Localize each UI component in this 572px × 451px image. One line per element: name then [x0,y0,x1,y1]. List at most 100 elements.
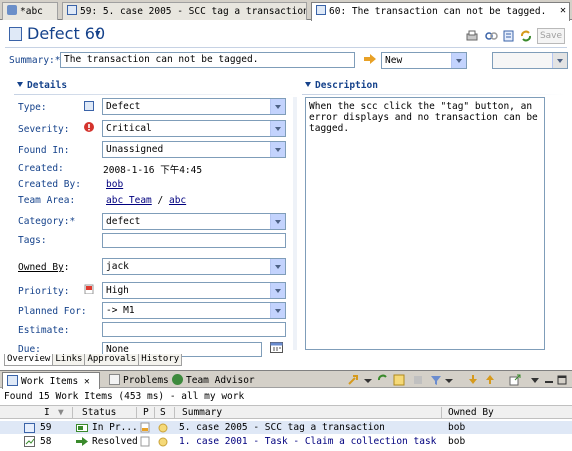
severity-select[interactable]: Critical [102,120,286,137]
editor-tab-label: *abc [20,6,43,17]
column-header-status[interactable]: Status [82,407,116,418]
team-advisor-icon [172,374,183,385]
severity-value: Critical [106,123,152,134]
description-section-header[interactable]: Description [305,80,378,94]
priority-label: Priority: [18,286,70,297]
tags-label: Tags: [18,235,47,246]
header-divider [5,47,567,48]
column-header-priority[interactable]: P [143,407,149,418]
dropdown-icon[interactable] [444,374,454,386]
in-progress-icon [76,424,88,432]
chevron-down-icon[interactable] [451,53,466,68]
problems-icon [109,374,120,385]
owned-by-label-text: Owned By [18,262,64,273]
row-summary[interactable]: 1. case 2001 - Task - Claim a collection… [179,436,439,447]
chevron-down-icon[interactable] [270,214,285,229]
column-header-severity[interactable]: S [160,407,166,418]
tab-links[interactable]: Links [52,354,86,366]
arrow-up-icon[interactable] [484,374,496,386]
team-area-link[interactable]: abc Team [106,195,152,206]
type-label: Type: [18,102,47,113]
column-divider [174,407,175,418]
found-in-value: Unassigned [106,144,164,155]
minimize-icon[interactable] [544,375,554,385]
type-value: Defect [106,101,141,112]
details-heading: Details [27,80,68,91]
state-select[interactable]: New [381,52,467,69]
priority-select[interactable]: High [102,282,286,299]
chevron-down-icon[interactable] [552,53,567,68]
found-in-select[interactable]: Unassigned [102,141,286,158]
subscribe-icon[interactable] [502,29,516,43]
created-value: 2008-1-16 下午4:45 [103,165,203,176]
summary-label: Summary:* [9,55,61,66]
task-icon [24,423,35,433]
close-icon[interactable]: ✕ [84,376,90,387]
column-header-owned-by[interactable]: Owned By [448,407,494,418]
team-area-icon [7,5,17,15]
owned-by-select[interactable]: jack [102,258,286,275]
calendar-icon[interactable] [270,342,283,353]
category-value: defect [106,216,141,227]
table-row[interactable]: 58 Resolved 1. case 2001 - Task - Claim … [0,435,572,448]
category-select[interactable]: defect [102,213,286,230]
tab-history[interactable]: History [138,354,183,366]
chevron-down-icon[interactable] [270,142,285,157]
sync-icon[interactable] [393,374,405,386]
refresh-icon[interactable] [519,29,533,43]
estimate-field[interactable] [102,322,286,337]
table-row[interactable]: 59 In Pr... 5. case 2005 - SCC tag a tra… [0,421,572,434]
action-select[interactable] [492,52,568,69]
chevron-down-icon[interactable]: ▼ [95,29,100,39]
row-summary[interactable]: 5. case 2005 - SCC tag a transaction [179,422,439,433]
priority-icon [140,422,150,433]
column-header-summary[interactable]: Summary [182,407,222,418]
priority-value: High [106,285,129,296]
stop-icon[interactable] [412,374,424,386]
expand-icon [17,82,23,87]
editor-tab-abc[interactable]: *abc [2,2,58,20]
tab-team-advisor[interactable]: Team Advisor [168,372,255,388]
type-select[interactable]: Defect [102,98,286,115]
summary-field[interactable]: The transaction can not be tagged. [60,52,355,68]
maximize-icon[interactable] [557,375,567,385]
resolved-icon [76,437,88,446]
chevron-down-icon[interactable] [270,283,285,298]
refresh-icon[interactable] [377,374,389,386]
link-icon[interactable] [484,29,498,43]
dropdown-icon[interactable] [362,374,374,386]
owned-by-label[interactable]: Owned By: [18,262,70,273]
chevron-down-icon[interactable] [270,99,285,114]
filter-icon[interactable] [430,374,442,386]
row-owner: bob [448,436,466,447]
project-area-link[interactable]: abc [169,195,186,206]
chevron-down-icon[interactable] [270,121,285,136]
team-area-separator: / [157,195,164,206]
column-header-id[interactable]: I [44,407,50,418]
arrow-down-icon[interactable] [467,374,479,386]
work-items-view-bar: Work Items ✕ Problems Team Advisor [0,370,572,389]
found-in-label: Found In: [18,145,70,156]
run-query-icon[interactable] [347,374,359,386]
print-icon[interactable] [465,29,479,43]
export-icon[interactable] [509,374,521,386]
work-items-table-header: I ▼ Status P S Summary Owned By [0,405,572,419]
planned-for-select[interactable]: -> M1 [102,302,286,319]
tab-work-items[interactable]: Work Items ✕ [2,372,100,389]
created-by-link[interactable]: bob [106,179,123,190]
details-scrollbar[interactable] [293,97,297,350]
close-icon[interactable]: ✕ [560,5,566,16]
details-section-header[interactable]: Details [17,80,67,94]
row-status: Resolved [92,436,138,447]
save-button[interactable]: Save [537,28,565,44]
editor-tab-59[interactable]: 59: 5. case 2005 - SCC tag a transaction [62,2,307,20]
chevron-down-icon[interactable] [270,259,285,274]
view-menu-icon[interactable] [530,375,540,385]
tab-overview[interactable]: Overview [4,354,54,366]
editor-tab-60[interactable]: 60: The transaction can not be tagged. ✕ [311,2,570,21]
tags-field[interactable] [102,233,286,248]
tab-approvals[interactable]: Approvals [84,354,140,366]
chevron-down-icon[interactable] [270,303,285,318]
description-text[interactable]: When the scc click the "tag" button, an … [305,97,545,350]
tab-problems[interactable]: Problems [105,372,169,388]
